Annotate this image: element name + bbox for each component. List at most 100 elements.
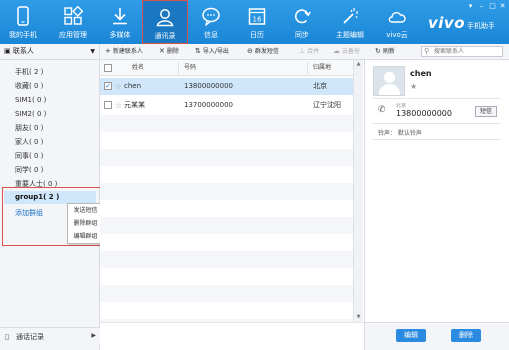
group-context-menu: 发送短信 删除群组 编辑群组: [67, 203, 104, 244]
import-export-button[interactable]: ⇅ 导入/导出: [195, 44, 229, 59]
column-header-location: 归属地: [313, 64, 332, 71]
apps-grid-icon: [64, 6, 83, 25]
cloud-icon: [388, 11, 406, 23]
cloud-backup-icon: ☁: [333, 47, 340, 55]
x-icon: ✕: [159, 47, 165, 55]
table-footer: [100, 322, 364, 350]
group-item[interactable]: 同事( 0 ): [0, 150, 100, 163]
menu-item-send-sms[interactable]: 发送短信: [68, 204, 103, 217]
divider: [373, 139, 501, 140]
maximize-icon[interactable]: □: [488, 2, 497, 11]
nav-vivo-cloud[interactable]: vivo云: [377, 0, 417, 44]
sync-icon: [294, 9, 311, 24]
group-item[interactable]: 家人( 0 ): [0, 136, 100, 149]
contact-number: 13700000000: [184, 101, 233, 109]
nav-app-manager[interactable]: 应用管理: [53, 0, 93, 44]
column-divider: [307, 62, 308, 74]
group-item[interactable]: 朋友( 0 ): [0, 122, 100, 135]
group-item[interactable]: 同学( 0 ): [0, 164, 100, 177]
nav-label: 应用管理: [59, 31, 87, 39]
delete-label: 删除: [166, 48, 179, 55]
empty-row: [100, 149, 363, 166]
detail-footer: 编辑 删除: [365, 322, 509, 350]
search-input[interactable]: [421, 46, 503, 57]
sms-button[interactable]: 短信: [475, 106, 497, 117]
contacts-header-label: 联系人: [12, 47, 34, 55]
scroll-up-icon[interactable]: ▲: [354, 60, 363, 69]
minimize-icon[interactable]: –: [477, 2, 486, 11]
merge-button[interactable]: ⊥ 合并: [299, 44, 319, 59]
nav-label: 信息: [204, 31, 218, 39]
favorite-star-icon[interactable]: ☆: [115, 78, 122, 95]
row-checkbox[interactable]: [104, 101, 112, 109]
message-bubble-icon: [202, 7, 220, 26]
refresh-icon: ↻: [375, 47, 381, 55]
menu-item-edit-group[interactable]: 编辑群组: [68, 230, 103, 243]
nav-sync[interactable]: 同步: [282, 0, 322, 44]
column-divider: [178, 62, 179, 74]
avatar-head-shape: [384, 72, 395, 83]
nav-my-phone[interactable]: 我的手机: [3, 0, 43, 44]
delete-contact-button[interactable]: 删除: [451, 329, 481, 342]
contact-name: 元某某: [124, 101, 145, 109]
chevron-down-icon: ▼: [90, 48, 95, 55]
cloud-backup-button[interactable]: ☁ 云备份: [333, 44, 360, 59]
group-item[interactable]: SIM2( 0 ): [0, 108, 100, 121]
group-item[interactable]: SIM1( 0 ): [0, 94, 100, 107]
sms-icon: ⊖: [247, 47, 253, 55]
divider: [373, 123, 501, 124]
group-sms-button[interactable]: ⊖ 群发短信: [247, 44, 279, 59]
call-log-item[interactable]: ▯ 通话记录 ▶: [0, 327, 100, 345]
new-contact-button[interactable]: + 新建联系人: [105, 44, 143, 59]
chevron-right-icon: ▶: [91, 332, 96, 339]
download-icon: [113, 8, 127, 25]
nav-label: 同步: [295, 31, 309, 39]
skin-icon[interactable]: ▾: [466, 2, 475, 11]
row-checkbox[interactable]: ✓: [104, 82, 112, 90]
phone-icon: [17, 6, 29, 26]
phone-number: 13800000000: [396, 109, 452, 118]
ringtone-text: 铃声： 默认铃声: [378, 130, 422, 137]
import-export-label: 导入/导出: [202, 48, 229, 55]
nav-contacts[interactable]: 通讯录: [142, 0, 188, 44]
calendar-day: 16: [253, 16, 262, 24]
nav-label: 主题编辑: [336, 31, 364, 39]
select-all-checkbox[interactable]: [104, 64, 112, 72]
refresh-label: 刷新: [382, 48, 395, 55]
table-row[interactable]: ☆ 元某某 13700000000 辽宁沈阳: [100, 97, 363, 114]
contact-location: 北京: [313, 82, 327, 90]
nav-messages[interactable]: 信息: [191, 0, 231, 44]
phone-icon: ▯: [5, 332, 10, 341]
brand-logo: vivo 手机助手: [428, 14, 495, 32]
cloud-backup-label: 云备份: [342, 48, 361, 55]
favorite-star-icon[interactable]: ★: [410, 82, 417, 91]
empty-row: [100, 217, 363, 234]
edit-button[interactable]: 编辑: [396, 329, 426, 342]
plus-icon: +: [105, 47, 111, 55]
divider: [373, 98, 501, 99]
contact-person-icon: [156, 9, 174, 27]
menu-item-delete-group[interactable]: 删除群组: [68, 217, 103, 230]
close-icon[interactable]: ✕: [498, 2, 507, 11]
nav-calendar[interactable]: 16 日历: [237, 0, 277, 44]
phone-handset-icon: ✆: [378, 105, 386, 115]
nav-label: vivo云: [386, 31, 408, 39]
group-sms-label: 群发短信: [254, 48, 279, 55]
magic-wand-icon: [343, 8, 358, 24]
toolbar: ▣ 联系人 ▼ + 新建联系人 ✕ 删除 ⇅ 导入/导出 ⊖ 群发短信 ⊥ 合并 ☁ 云备份…: [0, 44, 509, 60]
empty-row: [100, 183, 363, 200]
contacts-header[interactable]: ▣ 联系人 ▼: [0, 44, 100, 59]
refresh-button[interactable]: ↻ 刷新: [375, 44, 395, 59]
favorite-star-icon[interactable]: ☆: [115, 97, 122, 114]
avatar-body-shape: [379, 84, 400, 95]
nav-multimedia[interactable]: 多媒体: [100, 0, 140, 44]
empty-row: [100, 251, 363, 268]
group-item[interactable]: 手机( 2 ): [0, 66, 100, 79]
nav-theme-editor[interactable]: 主题编辑: [330, 0, 370, 44]
table-row[interactable]: ✓ ☆ chen 13800000000 北京: [100, 78, 363, 95]
scroll-down-icon[interactable]: ▼: [354, 313, 363, 322]
table-scrollbar[interactable]: ▲ ▼: [353, 60, 363, 322]
group-item[interactable]: 收藏( 0 ): [0, 80, 100, 93]
call-log-label: 通话记录: [16, 333, 44, 341]
delete-button[interactable]: ✕ 删除: [159, 44, 179, 59]
